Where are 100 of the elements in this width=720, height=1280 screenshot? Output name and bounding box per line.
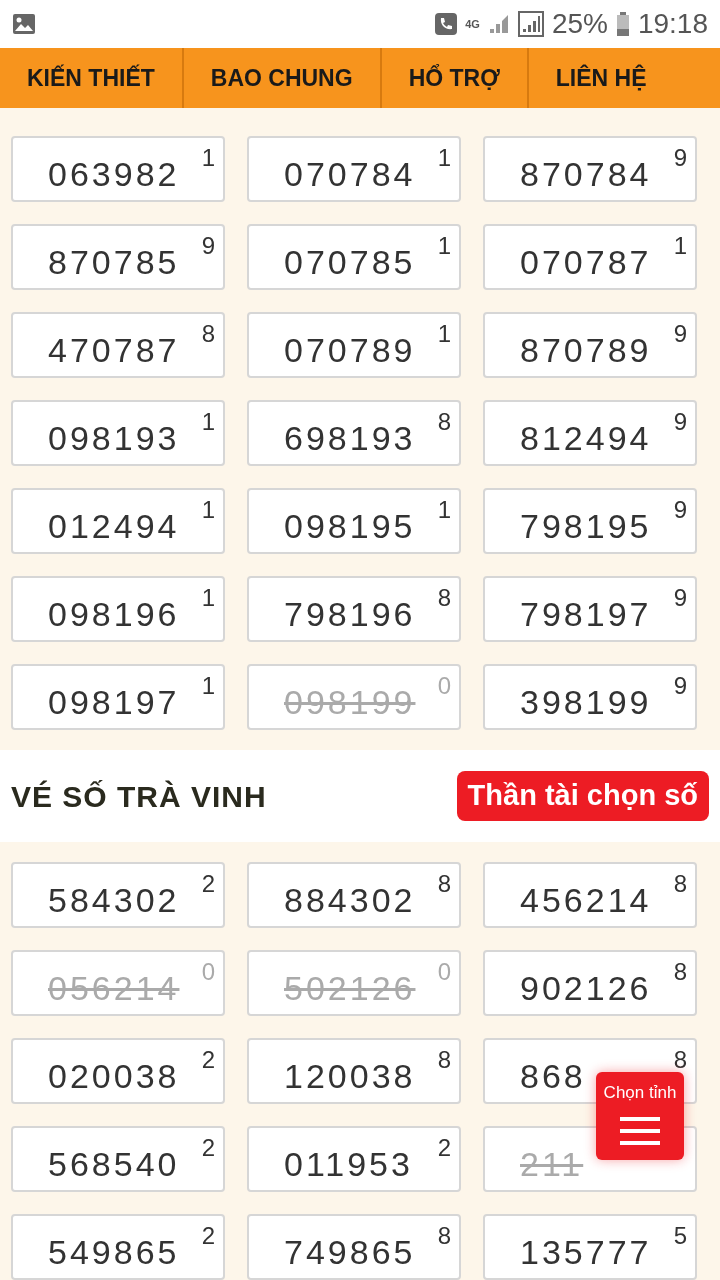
ticket-digit: 2 <box>437 1134 451 1162</box>
ticket-card[interactable]: 870785 9 <box>11 224 225 290</box>
ticket-card[interactable]: 698193 8 <box>247 400 461 466</box>
ticket-card[interactable]: 870784 9 <box>483 136 697 202</box>
clock: 19:18 <box>637 10 708 38</box>
ticket-card[interactable]: 798196 8 <box>247 576 461 642</box>
lucky-pick-button[interactable]: Thần tài chọn số <box>456 771 709 821</box>
ticket-number: 798196 <box>284 594 416 634</box>
phone-icon <box>435 13 458 35</box>
ticket-card[interactable]: 098197 1 <box>11 664 225 730</box>
network-label: 4G <box>465 18 480 30</box>
ticket-digit: 9 <box>673 496 687 524</box>
ticket-card[interactable]: 098195 1 <box>247 488 461 554</box>
nav-link[interactable]: LIÊN HỆ <box>528 48 674 108</box>
ticket-number: 098199 <box>284 682 416 722</box>
ticket-number: 056214 <box>48 968 180 1008</box>
ticket-card[interactable]: 870789 9 <box>483 312 697 378</box>
ticket-digit: 1 <box>201 496 215 524</box>
ticket-number: 135777 <box>520 1232 652 1272</box>
ticket-card[interactable]: 020038 2 <box>11 1038 225 1104</box>
ticket-number: 120038 <box>284 1056 416 1096</box>
ticket-digit: 2 <box>201 1222 215 1250</box>
ticket-card[interactable]: 070789 1 <box>247 312 461 378</box>
ticket-digit: 1 <box>201 672 215 700</box>
ticket-number: 470787 <box>48 330 180 370</box>
ticket-card[interactable]: 012494 1 <box>11 488 225 554</box>
ticket-card[interactable]: 884302 8 <box>247 862 461 928</box>
ticket-number: 098193 <box>48 418 180 458</box>
ticket-card[interactable]: 063982 1 <box>11 136 225 202</box>
ticket-number: 568540 <box>48 1144 180 1184</box>
ticket-digit: 8 <box>437 1222 451 1250</box>
ticket-number: 584302 <box>48 880 180 920</box>
ticket-number: 870785 <box>48 242 180 282</box>
ticket-digit: 8 <box>673 1046 687 1074</box>
ticket-digit: 8 <box>201 320 215 348</box>
ticket-card[interactable]: 011953 2 <box>247 1126 461 1192</box>
ticket-digit: 1 <box>437 320 451 348</box>
ticket-number: 070787 <box>520 242 652 282</box>
ticket-digit: 0 <box>437 958 451 986</box>
ticket-number: 098197 <box>48 682 180 722</box>
ticket-number: 063982 <box>48 154 180 194</box>
ticket-card[interactable]: 749865 8 <box>247 1214 461 1280</box>
ticket-number: 798195 <box>520 506 652 546</box>
battery-percent: 25% <box>551 10 608 38</box>
ticket-card[interactable]: 470787 8 <box>11 312 225 378</box>
menu-icon <box>620 1117 660 1145</box>
ticket-card[interactable]: 120038 8 <box>247 1038 461 1104</box>
ticket-card[interactable]: 098196 1 <box>11 576 225 642</box>
ticket-digit: 1 <box>201 584 215 612</box>
ticket-number: 884302 <box>284 880 416 920</box>
ticket-digit: 2 <box>201 870 215 898</box>
ticket-number: 070784 <box>284 154 416 194</box>
signal-icon <box>487 13 510 35</box>
ticket-number: 868 <box>520 1056 586 1096</box>
ticket-digit: 0 <box>437 672 451 700</box>
ticket-digit: 2 <box>201 1134 215 1162</box>
province-menu[interactable]: Chọn tỉnh <box>596 1072 684 1160</box>
ticket-digit: 9 <box>673 320 687 348</box>
ticket-digit: 8 <box>437 408 451 436</box>
ticket-number: 012494 <box>48 506 180 546</box>
image-icon <box>12 13 36 35</box>
ticket-digit: 8 <box>673 870 687 898</box>
ticket-card[interactable]: 549865 2 <box>11 1214 225 1280</box>
ticket-card[interactable]: 568540 2 <box>11 1126 225 1192</box>
ticket-card[interactable]: 398199 9 <box>483 664 697 730</box>
ticket-digit: 1 <box>437 232 451 260</box>
ticket-digit: 9 <box>201 232 215 260</box>
ticket-number: 812494 <box>520 418 652 458</box>
ticket-card[interactable]: 456214 8 <box>483 862 697 928</box>
ticket-number: 398199 <box>520 682 652 722</box>
ticket-card[interactable]: 135777 5 <box>483 1214 697 1280</box>
ticket-number: 698193 <box>284 418 416 458</box>
ticket-card[interactable]: 812494 9 <box>483 400 697 466</box>
ticket-digit: 8 <box>437 1046 451 1074</box>
ticket-card[interactable]: 902126 8 <box>483 950 697 1016</box>
ticket-card[interactable]: 070787 1 <box>483 224 697 290</box>
ticket-digit: 9 <box>673 584 687 612</box>
ticket-card[interactable]: 070785 1 <box>247 224 461 290</box>
ticket-digit: 1 <box>437 144 451 172</box>
ticket-digit: 1 <box>201 144 215 172</box>
ticket-card[interactable]: 798195 9 <box>483 488 697 554</box>
ticket-digit: 1 <box>201 408 215 436</box>
ticket-digit: 2 <box>201 1046 215 1074</box>
ticket-number: 870789 <box>520 330 652 370</box>
ticket-card[interactable]: 584302 2 <box>11 862 225 928</box>
ticket-number: 211 <box>520 1144 584 1184</box>
ticket-number: 098196 <box>48 594 180 634</box>
ticket-digit: 9 <box>673 408 687 436</box>
ticket-card[interactable]: 098193 1 <box>11 400 225 466</box>
battery-icon <box>615 12 630 36</box>
ticket-digit: 8 <box>437 584 451 612</box>
ticket-card[interactable]: 798197 9 <box>483 576 697 642</box>
signal-icon <box>517 11 544 37</box>
ticket-number: 098195 <box>284 506 416 546</box>
ticket-number: 549865 <box>48 1232 180 1272</box>
ticket-card[interactable]: 070784 1 <box>247 136 461 202</box>
ticket-digit: 5 <box>673 1222 687 1250</box>
ticket-number: 011953 <box>284 1144 413 1184</box>
ticket-number: 870784 <box>520 154 652 194</box>
section-title: VÉ SỐ TRÀ VINH <box>11 778 267 815</box>
